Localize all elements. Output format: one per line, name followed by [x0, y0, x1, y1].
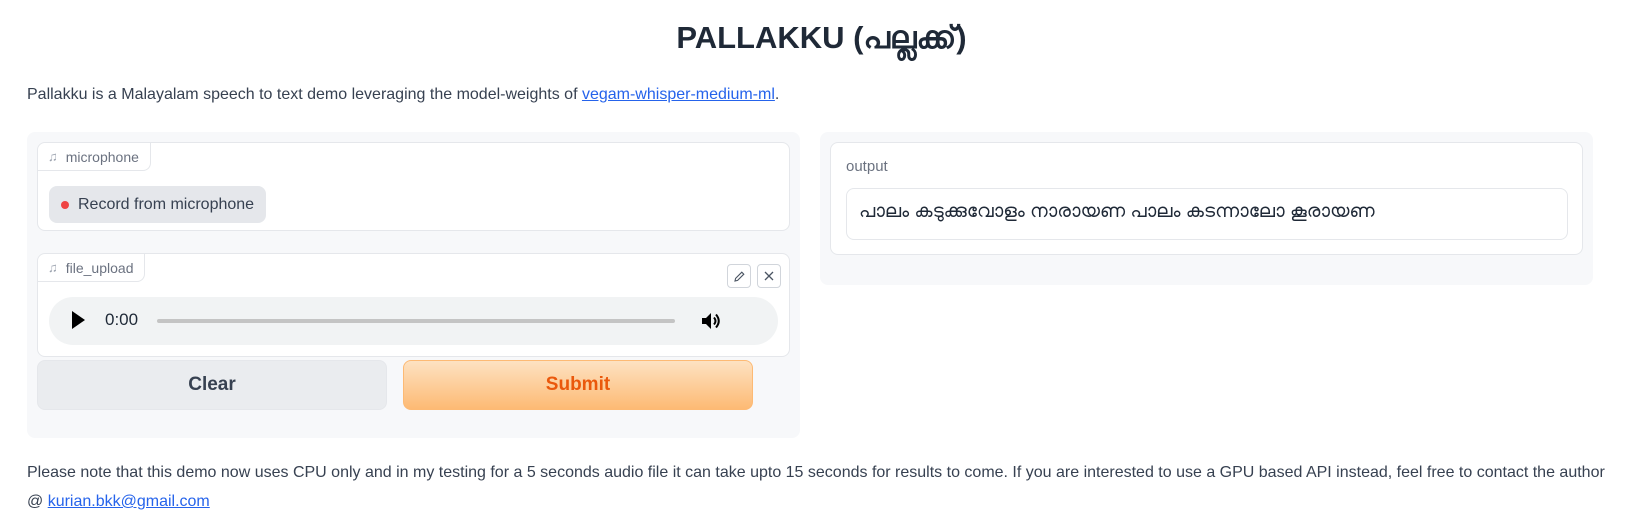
record-dot-icon: [61, 200, 69, 209]
output-panel: output പാലം കടുക്കുവോളം നാരായണ പാലം കടന്…: [820, 132, 1593, 285]
intro-paragraph: Pallakku is a Malayalam speech to text d…: [27, 86, 779, 104]
microphone-tag: ♫ microphone: [38, 143, 151, 171]
clear-button[interactable]: Clear: [37, 360, 387, 410]
microphone-block: ♫ microphone Record from microphone: [37, 142, 790, 231]
output-label: output: [846, 158, 888, 175]
footer-text: Please note that this demo now uses CPU …: [27, 464, 1605, 510]
file-upload-block: ♫ file_upload 0:00: [37, 253, 790, 357]
intro-suffix: .: [774, 86, 780, 103]
submit-button[interactable]: Submit: [403, 360, 753, 410]
time-display: 0:00: [105, 310, 139, 329]
play-icon[interactable]: [72, 311, 85, 329]
edit-button[interactable]: [727, 264, 751, 288]
music-note-icon: ♫: [48, 149, 58, 164]
record-button[interactable]: Record from microphone: [49, 186, 267, 223]
file-upload-label: file_upload: [65, 259, 134, 276]
volume-icon[interactable]: [699, 309, 723, 333]
output-textbox[interactable]: പാലം കടുക്കുവോളം നാരായണ പാലം കടന്നാലോ കൂ…: [846, 188, 1568, 240]
intro-text: Pallakku is a Malayalam speech to text d…: [27, 86, 582, 103]
output-block: output പാലം കടുക്കുവോളം നാരായണ പാലം കടന്…: [830, 142, 1583, 255]
close-icon: [764, 271, 774, 281]
music-note-icon: ♫: [48, 260, 58, 275]
file-upload-tag: ♫ file_upload: [38, 254, 146, 282]
page-title: PALLAKKU (പല്ലക്ക്): [676, 20, 967, 55]
input-panel: ♫ microphone Record from microphone ♫ fi…: [27, 132, 800, 438]
microphone-label: microphone: [65, 148, 139, 165]
progress-bar[interactable]: [157, 319, 675, 323]
audio-player: 0:00: [49, 297, 778, 345]
record-label: Record from microphone: [78, 195, 255, 213]
pencil-icon: [733, 270, 745, 282]
model-link[interactable]: vegam-whisper-medium-ml: [582, 86, 775, 103]
email-link[interactable]: kurian.bkk@gmail.com: [48, 493, 210, 510]
footer-note: Please note that this demo now uses CPU …: [27, 458, 1617, 516]
close-button[interactable]: [757, 264, 781, 288]
